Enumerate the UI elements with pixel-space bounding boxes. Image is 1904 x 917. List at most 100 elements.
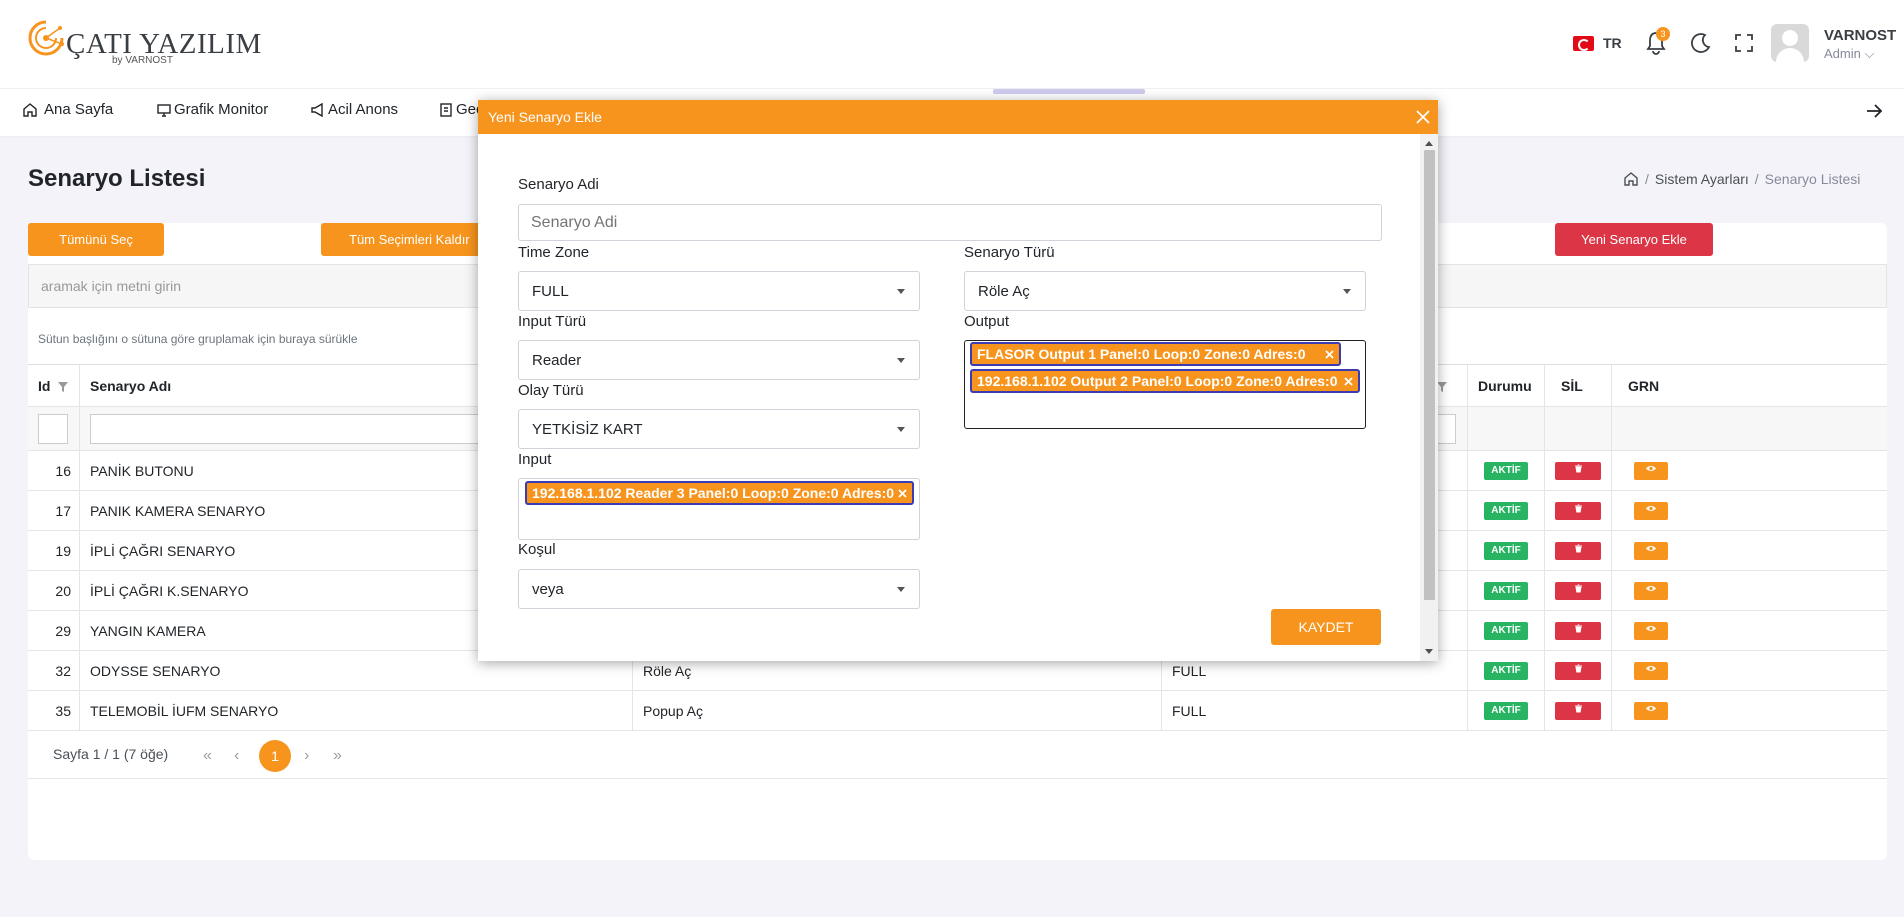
fullscreen-icon[interactable]: [1734, 33, 1754, 53]
trash-icon: [1574, 464, 1582, 472]
language-selector[interactable]: TR: [1603, 35, 1622, 51]
view-button[interactable]: [1634, 621, 1668, 640]
filter-icon[interactable]: [57, 381, 69, 393]
save-button[interactable]: KAYDET: [1271, 609, 1381, 645]
input-tag: 192.168.1.102 Reader 3 Panel:0 Loop:0 Zo…: [525, 481, 914, 505]
turkey-flag-icon[interactable]: [1573, 36, 1594, 51]
delete-button[interactable]: [1555, 581, 1601, 600]
column-header-status[interactable]: Durumu: [1468, 365, 1545, 406]
breadcrumb: / Sistem Ayarları / Senaryo Listesi: [1623, 171, 1860, 187]
modal-header: Yeni Senaryo Ekle: [478, 100, 1438, 134]
status-badge[interactable]: AKTİF: [1484, 541, 1528, 560]
clear-selection-button[interactable]: Tüm Seçimleri Kaldır: [321, 223, 501, 256]
nav-item-emergency-announce[interactable]: Acil Anons: [310, 101, 398, 118]
event-type-label: Olay Türü: [518, 382, 584, 399]
delete-button[interactable]: [1555, 461, 1601, 480]
status-badge[interactable]: AKTİF: [1484, 621, 1528, 640]
nav-item-home[interactable]: Ana Sayfa: [22, 101, 113, 118]
event-type-select[interactable]: YETKİSİZ KART: [518, 409, 920, 449]
pager: Sayfa 1 / 1 (7 öğe) « ‹ 1 › »: [28, 733, 1887, 779]
nav-item-passage[interactable]: Geç: [438, 101, 484, 118]
scroll-thumb[interactable]: [1424, 150, 1435, 600]
input-type-select[interactable]: Reader: [518, 340, 920, 380]
cell-id: 17: [28, 491, 80, 530]
status-badge[interactable]: AKTİF: [1484, 581, 1528, 600]
status-badge[interactable]: AKTİF: [1484, 661, 1528, 680]
cell-id: 20: [28, 571, 80, 610]
next-page-icon[interactable]: ›: [304, 747, 309, 765]
cell-id: 35: [28, 691, 80, 730]
status-badge[interactable]: AKTİF: [1484, 701, 1528, 720]
logo-circuit-icon: [28, 20, 64, 56]
remove-tag-icon[interactable]: [898, 489, 907, 498]
cell-delete: [1545, 691, 1612, 730]
nav-highlight: [993, 89, 1145, 94]
avatar[interactable]: [1771, 24, 1809, 62]
breadcrumb-separator: /: [1645, 171, 1649, 187]
last-page-icon[interactable]: »: [333, 747, 342, 765]
prev-page-icon[interactable]: ‹: [234, 747, 239, 765]
scroll-up-icon[interactable]: [1425, 141, 1433, 146]
trash-icon: [1574, 584, 1582, 592]
filter-cell: [1612, 407, 1887, 450]
view-button[interactable]: [1634, 461, 1668, 480]
delete-button[interactable]: [1555, 661, 1601, 680]
input-multiselect[interactable]: 192.168.1.102 Reader 3 Panel:0 Loop:0 Zo…: [518, 478, 920, 540]
output-multiselect[interactable]: FLASOR Output 1 Panel:0 Loop:0 Zone:0 Ad…: [964, 340, 1366, 429]
modal-scrollbar[interactable]: [1420, 134, 1438, 661]
first-page-icon[interactable]: «: [203, 747, 212, 765]
column-header-view[interactable]: GRN: [1612, 365, 1887, 406]
timezone-select[interactable]: FULL: [518, 271, 920, 311]
cell-view: [1612, 451, 1887, 490]
view-button[interactable]: [1634, 541, 1668, 560]
view-button[interactable]: [1634, 501, 1668, 520]
home-icon: [23, 102, 37, 117]
status-badge[interactable]: AKTİF: [1484, 461, 1528, 480]
output-label: Output: [964, 313, 1010, 330]
top-header: ÇATI YAZILIM by VARNOST TR 3 VARNOST Adm…: [0, 0, 1904, 88]
delete-button[interactable]: [1555, 501, 1601, 520]
user-name[interactable]: VARNOST: [1824, 27, 1896, 44]
view-button[interactable]: [1634, 661, 1668, 680]
current-page-button[interactable]: 1: [259, 740, 291, 772]
filter-cell: [28, 407, 80, 450]
user-role[interactable]: Admin ⌵: [1824, 46, 1874, 62]
view-button[interactable]: [1634, 581, 1668, 600]
close-icon[interactable]: [1414, 108, 1432, 126]
remove-tag-icon[interactable]: [1344, 377, 1353, 386]
nav-item-graphic-monitor[interactable]: Grafik Monitor: [156, 101, 268, 118]
add-scenario-button[interactable]: Yeni Senaryo Ekle: [1555, 223, 1713, 256]
cell-name: TELEMOBİL İUFM SENARYO: [80, 691, 633, 730]
home-icon[interactable]: [1623, 171, 1639, 187]
input-type-label: Input Türü: [518, 313, 587, 330]
arrow-right-icon[interactable]: [1864, 101, 1884, 121]
cell-view: [1612, 651, 1887, 690]
delete-button[interactable]: [1555, 621, 1601, 640]
select-all-button[interactable]: Tümünü Seç: [28, 223, 164, 256]
breadcrumb-item-settings[interactable]: Sistem Ayarları: [1655, 171, 1749, 187]
breadcrumb-separator: /: [1754, 171, 1759, 187]
delete-button[interactable]: [1555, 541, 1601, 560]
notification-badge: 3: [1656, 27, 1670, 41]
column-header-id[interactable]: Id: [28, 365, 80, 406]
filter-input-id[interactable]: [38, 413, 68, 444]
eye-icon: [1645, 465, 1657, 471]
group-panel-hint: Sütun başlığını o sütuna göre gruplamak …: [38, 332, 358, 346]
status-badge[interactable]: AKTİF: [1484, 501, 1528, 520]
delete-button[interactable]: [1555, 701, 1601, 720]
cell-type: Popup Aç: [633, 691, 1162, 730]
view-button[interactable]: [1634, 701, 1668, 720]
moon-icon[interactable]: [1690, 32, 1712, 54]
condition-select[interactable]: veya: [518, 569, 920, 609]
cell-id: 16: [28, 451, 80, 490]
caret-down-icon: [897, 358, 905, 363]
remove-tag-icon[interactable]: [1325, 350, 1334, 359]
column-header-delete[interactable]: SİL: [1545, 365, 1612, 406]
scenario-name-input[interactable]: [518, 204, 1382, 241]
table-row[interactable]: 35 TELEMOBİL İUFM SENARYO Popup Aç FULL AKTİ…: [28, 691, 1887, 731]
scroll-down-icon[interactable]: [1425, 649, 1433, 654]
brand-logo[interactable]: ÇATI YAZILIM by VARNOST: [26, 18, 261, 66]
cell-id: 32: [28, 651, 80, 690]
cell-status: AKTİF: [1468, 571, 1545, 610]
scenario-type-select[interactable]: Röle Aç: [964, 271, 1366, 311]
